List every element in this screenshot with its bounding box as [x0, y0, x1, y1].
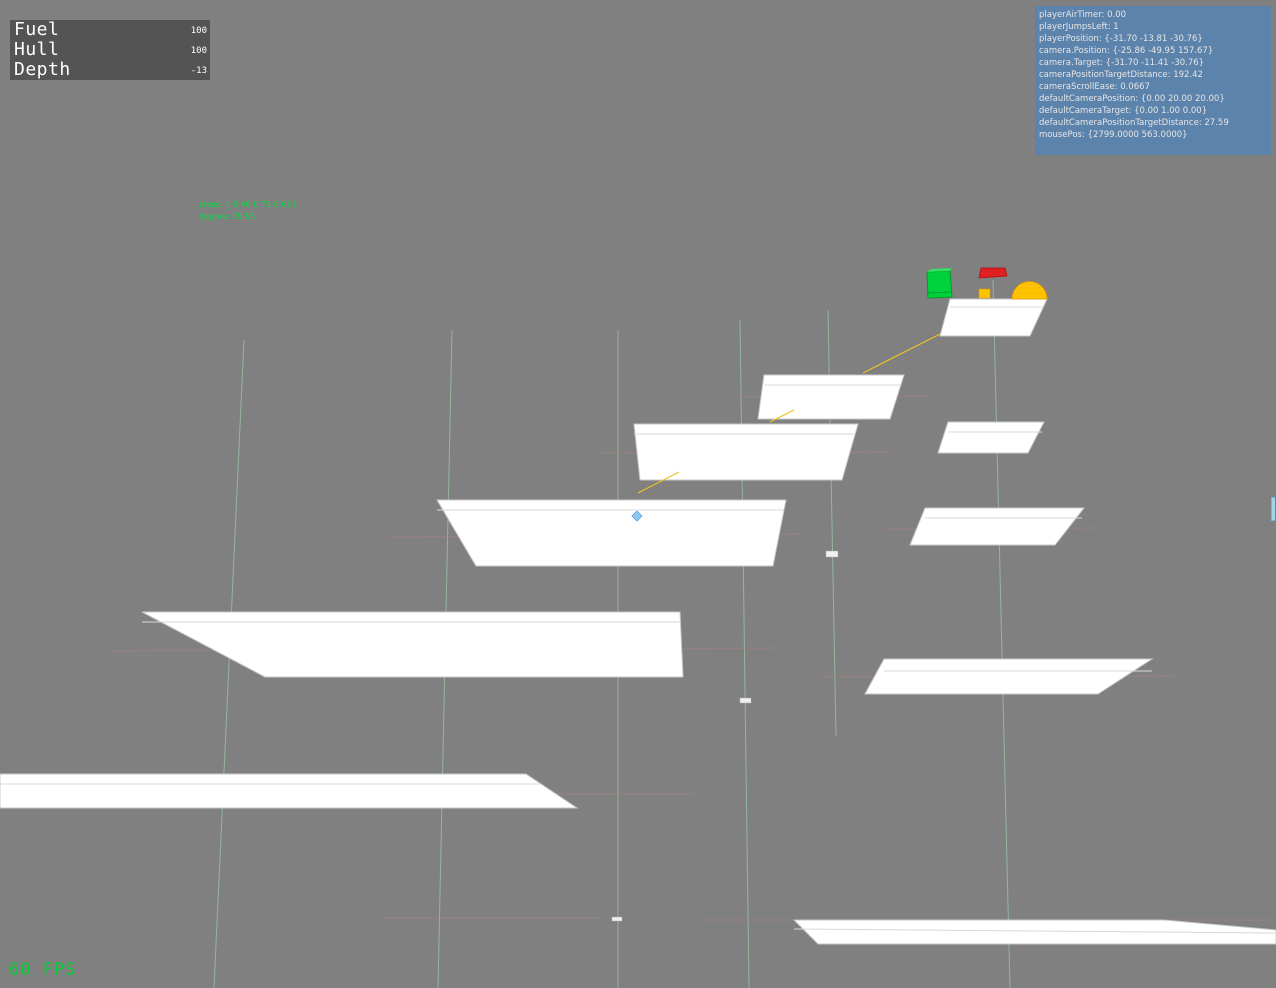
platform [937, 421, 1045, 454]
depth-row: Depth -13 [10, 60, 210, 80]
hull-label: Hull [14, 39, 60, 60]
debug-line: playerPosition: {-31.70 -13.81 -30.76} [1039, 34, 1203, 44]
player-cube [926, 268, 953, 299]
offscreen-indicator [1271, 497, 1275, 521]
fuel-pickup [978, 288, 991, 299]
debug-line: playerJumpsLeft: 1 [1039, 22, 1119, 32]
platform [0, 773, 579, 809]
hull-row: Hull 100 [10, 40, 210, 60]
platform [939, 298, 1048, 337]
debug-line: defaultCameraPositionTargetDistance: 27.… [1039, 118, 1229, 128]
platform [757, 374, 905, 420]
debug-line: cameraPositionTargetDistance: 192.42 [1039, 70, 1203, 80]
debug-line: playerAirTimer: 0.00 [1039, 10, 1127, 20]
debug-line: cameraScrollEase: 0.0667 [1039, 82, 1150, 92]
debug-line: defaultCameraTarget: {0.00 1.00 0.00} [1039, 106, 1208, 116]
depth-value: -13 [190, 66, 207, 76]
degree-text: degree: 79.55 [199, 212, 256, 221]
debug-line: mousePos: {2799.0000 563.0000} [1039, 130, 1188, 140]
small-markers [611, 550, 839, 922]
fuel-row: Fuel 100 [10, 20, 210, 40]
fps-counter: 60 FPS [9, 960, 77, 980]
marker [611, 916, 623, 922]
debug-panel: playerAirTimer: 0.00 playerJumpsLeft: 1 … [1035, 6, 1271, 155]
platform [909, 507, 1086, 546]
platforms [0, 298, 1276, 945]
depth-label: Depth [14, 59, 71, 80]
marker [739, 697, 752, 704]
platform [864, 658, 1154, 695]
fuel-value: 100 [190, 26, 207, 36]
status-hud: Fuel 100 Hull 100 Depth -13 [10, 20, 210, 80]
platform [633, 423, 859, 481]
debug-line: camera.Target: {-31.70 -11.41 -30.76} [1039, 58, 1205, 68]
hull-value: 100 [190, 46, 207, 56]
red-block [978, 267, 1008, 279]
fuel-label: Fuel [14, 19, 60, 40]
cross-product-readout: cross: {-0.46 0.75 0.62} degree: 79.55 [199, 199, 297, 223]
debug-line: camera.Position: {-25.86 -49.95 157.67} [1039, 46, 1214, 56]
coin-sphere [1011, 281, 1048, 300]
marker [825, 550, 839, 558]
debug-line: defaultCameraPosition: {0.00 20.00 20.00… [1039, 94, 1225, 104]
cross-text: cross: {-0.46 0.75 0.62} [199, 200, 297, 209]
